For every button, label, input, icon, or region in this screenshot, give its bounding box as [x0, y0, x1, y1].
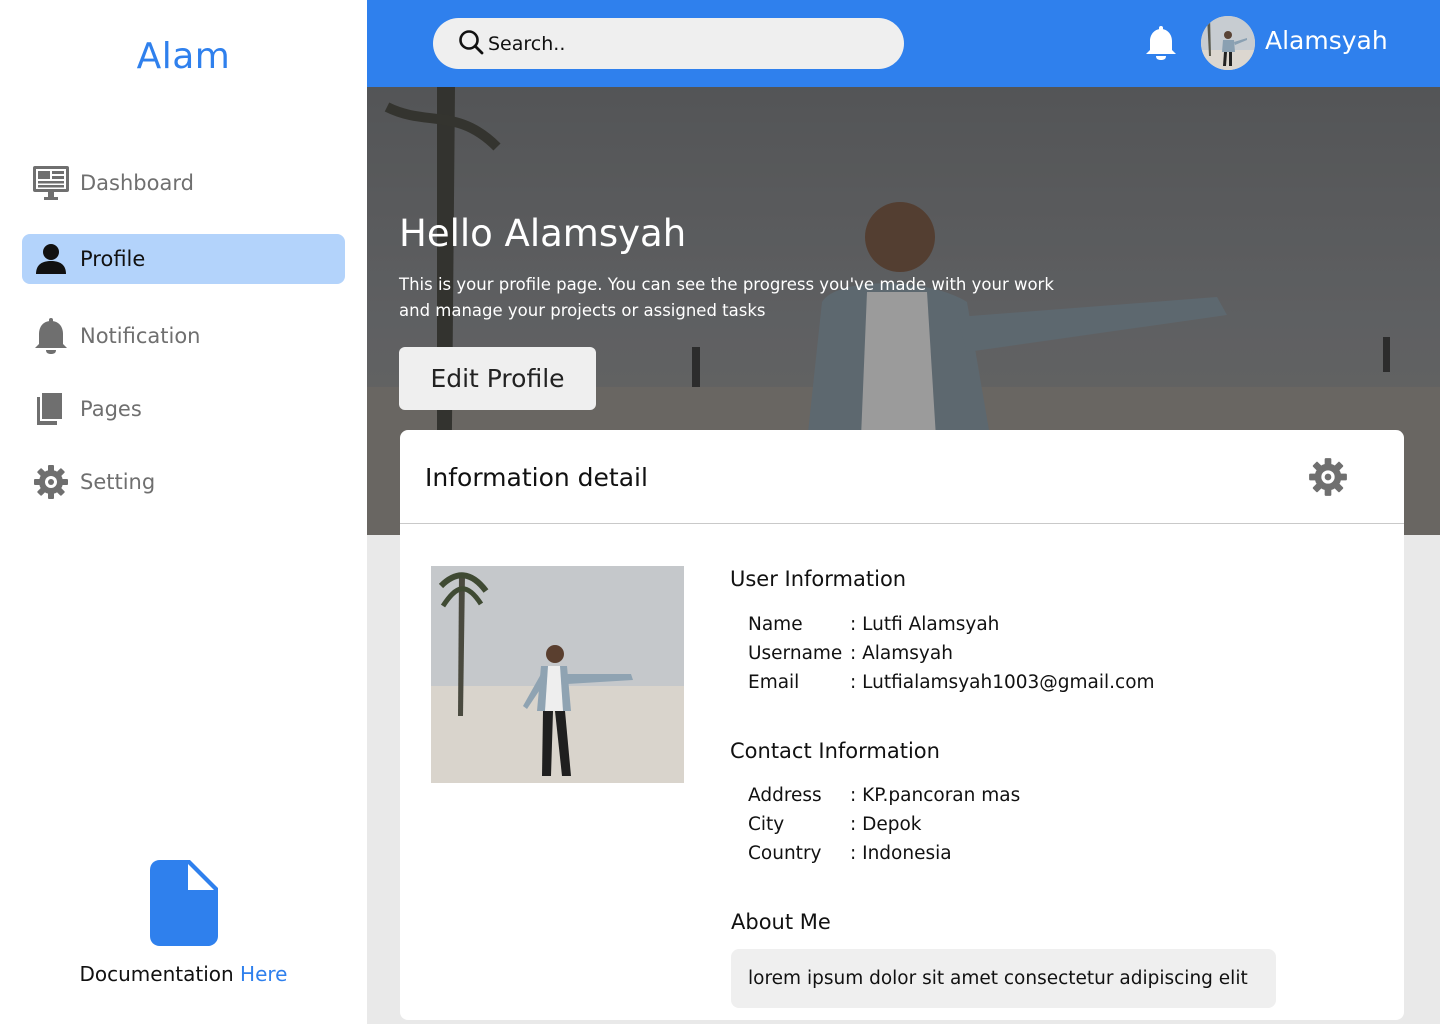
sidebar-item-notification[interactable]: Notification — [22, 311, 345, 361]
contact-information-title: Contact Information — [730, 739, 940, 763]
search-icon — [458, 29, 484, 59]
info-row-address: Address : KP.pancoran mas — [748, 785, 1020, 806]
info-key: Country — [748, 843, 822, 864]
hero-title: Hello Alamsyah — [399, 212, 687, 255]
brand-logo[interactable]: Alam — [0, 36, 367, 77]
card-title: Information detail — [425, 463, 648, 492]
info-value: : Indonesia — [850, 843, 952, 864]
info-row-username: Username : Alamsyah — [748, 643, 953, 664]
search-input[interactable] — [488, 32, 868, 55]
top-username[interactable]: Alamsyah — [1265, 26, 1388, 55]
hero-subtitle: This is your profile page. You can see t… — [399, 275, 1054, 320]
card-header: Information detail — [400, 430, 1404, 524]
user-icon — [32, 240, 70, 278]
info-key: Name — [748, 614, 803, 635]
profile-photo — [431, 566, 684, 783]
notification-bell-icon[interactable] — [1145, 26, 1177, 60]
gear-icon — [32, 463, 70, 501]
about-me-text: lorem ipsum dolor sit amet consectetur a… — [731, 949, 1276, 1008]
info-row-email: Email : Lutfialamsyah1003@gmail.com — [748, 672, 1155, 693]
sidebar-item-setting[interactable]: Setting — [22, 457, 345, 507]
info-value: : Lutfi Alamsyah — [850, 614, 1000, 635]
sidebar-item-label: Setting — [80, 470, 156, 494]
sidebar: Alam Dashboard Profile Notification Page… — [0, 0, 367, 1024]
avatar[interactable] — [1201, 16, 1255, 70]
documentation-text: Documentation Here — [0, 962, 367, 986]
info-key: Email — [748, 672, 800, 693]
edit-profile-button[interactable]: Edit Profile — [399, 347, 596, 410]
info-key: Address — [748, 785, 822, 806]
info-key: Username — [748, 643, 843, 664]
info-value: : Lutfialamsyah1003@gmail.com — [850, 672, 1155, 693]
sidebar-item-label: Notification — [80, 324, 201, 348]
document-icon[interactable] — [150, 860, 218, 946]
info-value: : Depok — [850, 814, 922, 835]
documentation-label: Documentation — [79, 962, 234, 986]
sidebar-item-label: Dashboard — [80, 171, 194, 195]
information-card: Information detail User Information Name… — [400, 430, 1404, 1020]
info-value: : Alamsyah — [850, 643, 953, 664]
dashboard-icon — [32, 164, 70, 202]
info-value: : KP.pancoran mas — [850, 785, 1021, 806]
sidebar-item-label: Pages — [80, 397, 142, 421]
about-me-title: About Me — [731, 910, 831, 934]
gear-icon[interactable] — [1308, 457, 1348, 497]
pages-icon — [32, 390, 70, 428]
sidebar-item-dashboard[interactable]: Dashboard — [22, 158, 345, 208]
top-bar: Alamsyah — [367, 0, 1440, 87]
search-bar[interactable] — [433, 18, 904, 69]
info-row-name: Name : Lutfi Alamsyah — [748, 614, 999, 635]
sidebar-item-pages[interactable]: Pages — [22, 384, 345, 434]
info-key: City — [748, 814, 785, 835]
info-row-city: City : Depok — [748, 814, 922, 835]
sidebar-item-profile[interactable]: Profile — [22, 234, 345, 284]
documentation-link[interactable]: Here — [240, 962, 287, 986]
bell-icon — [32, 317, 70, 355]
sidebar-item-label: Profile — [80, 247, 146, 271]
user-information-title: User Information — [730, 567, 907, 591]
info-row-country: Country : Indonesia — [748, 843, 952, 864]
